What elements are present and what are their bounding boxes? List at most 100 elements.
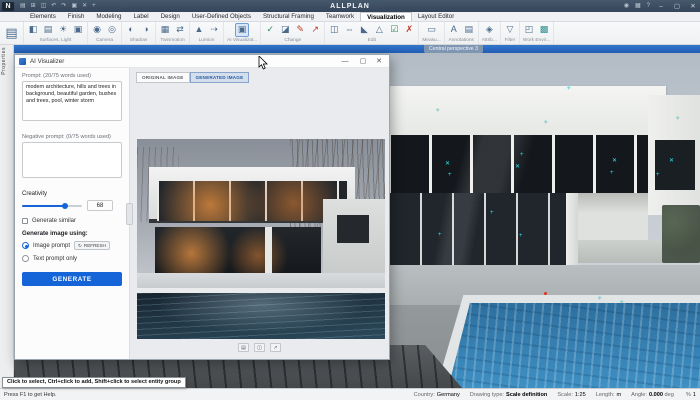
camera-path-icon[interactable]: ◎ <box>106 24 118 36</box>
app-title: ALLPLAN <box>0 3 700 10</box>
surfaces-icon[interactable]: ▤ <box>42 24 54 36</box>
viewport-view-tab[interactable]: Central perspective 3 <box>424 45 483 53</box>
modify-surface-icon[interactable]: ◪ <box>279 24 291 36</box>
prompt-input[interactable]: modern architecture, hills and trees in … <box>22 81 122 121</box>
attributes-icon[interactable]: ◈ <box>483 24 495 36</box>
tab-finish[interactable]: Finish <box>62 12 91 21</box>
minimize-button[interactable]: – <box>656 3 666 10</box>
confirm-icon[interactable]: ☑ <box>388 24 400 36</box>
panel-splitter-handle[interactable] <box>126 203 133 225</box>
tab-elements[interactable]: Elements <box>24 12 62 21</box>
open-external-icon[interactable]: ↗ <box>270 343 281 352</box>
text-prompt-radio[interactable] <box>22 255 29 262</box>
layers-icon[interactable]: ◰ <box>523 24 535 36</box>
generate-similar-checkbox[interactable] <box>22 218 28 224</box>
slider-thumb[interactable] <box>62 203 68 209</box>
redo-icon[interactable]: ↷ <box>61 1 66 11</box>
copy-image-icon[interactable]: ◫ <box>254 343 265 352</box>
close-button[interactable]: ✕ <box>688 2 698 10</box>
group-filter: ▽ Filter <box>501 22 520 44</box>
twinmotion-export-icon[interactable]: ▦ <box>159 24 171 36</box>
tab-teamwork[interactable]: Teamwork <box>320 12 360 21</box>
image-prompt-label: Image prompt <box>33 243 70 249</box>
maximize-button[interactable]: ▢ <box>672 2 682 10</box>
user-icon[interactable]: ◉ <box>624 1 629 11</box>
dialog-titlebar[interactable]: AI Visualizer — ▢ ✕ <box>15 55 389 68</box>
group-attributes: ◈ Attrib... <box>479 22 501 44</box>
save-icon[interactable]: ◫ <box>41 1 47 11</box>
properties-palette[interactable]: Properties <box>0 45 14 388</box>
text-icon[interactable]: A <box>448 24 460 36</box>
scale-icon[interactable]: △ <box>373 24 385 36</box>
open-icon[interactable]: ⊞ <box>31 1 36 11</box>
country-field[interactable]: Country:Germany <box>414 392 460 398</box>
group-measure: ▭ Measu... <box>419 22 444 44</box>
dialog-maximize-button[interactable]: ▢ <box>355 55 371 68</box>
group-label: Filter <box>505 38 516 43</box>
tab-original-image[interactable]: ORIGINAL IMAGE <box>136 72 190 83</box>
tab-structural-framing[interactable]: Structural Framing <box>257 12 320 21</box>
tab-modeling[interactable]: Modeling <box>90 12 127 21</box>
generated-image-preview <box>137 139 385 339</box>
annotation-icon[interactable]: ▤ <box>463 24 475 36</box>
mirror-icon[interactable]: ⇔ <box>343 24 355 36</box>
delete-element-icon[interactable]: ✗ <box>403 24 415 36</box>
app-titlebar: N ▤ ⊞ ◫ ↶ ↷ ▣ ✕ + ALLPLAN ◉ ▦ ? – ▢ ✕ <box>0 0 700 12</box>
scale-field[interactable]: Scale:1:25 <box>557 392 585 398</box>
plus-icon[interactable]: + <box>92 1 96 11</box>
move-icon[interactable]: ↗ <box>309 24 321 36</box>
tab-label[interactable]: Label <box>127 12 154 21</box>
camera-icon[interactable]: ◉ <box>91 24 103 36</box>
selection-marker-icon: + <box>490 210 494 216</box>
image-prompt-radio[interactable] <box>22 242 29 249</box>
percent-field[interactable]: %1 <box>686 392 696 398</box>
selection-marker-icon: + <box>567 86 571 92</box>
custom-surfaces-icon[interactable]: ◧ <box>27 24 39 36</box>
light-icon[interactable]: ☀ <box>57 24 69 36</box>
preview-column <box>265 227 272 275</box>
shadow-settings-icon[interactable]: ◑ <box>140 24 152 36</box>
tab-user-defined-objects[interactable]: User-Defined Objects <box>186 12 257 21</box>
edit-pencil-icon[interactable]: ✎ <box>294 24 306 36</box>
delete-icon[interactable]: ✕ <box>82 1 87 11</box>
copy-icon[interactable]: ▣ <box>71 1 77 11</box>
angle-field[interactable]: Angle:0.000 deg <box>631 392 676 398</box>
apply-icon[interactable]: ✓ <box>264 24 276 36</box>
copy-element-icon[interactable]: ◫ <box>328 24 340 36</box>
undo-icon[interactable]: ↶ <box>51 1 56 11</box>
generate-button[interactable]: GENERATE <box>22 272 122 286</box>
new-document-icon[interactable]: ▤ <box>20 1 26 11</box>
twinmotion-sync-icon[interactable]: ⇄ <box>174 24 186 36</box>
ai-visualizer-icon[interactable]: ▣ <box>236 24 248 36</box>
render-icon[interactable]: ▣ <box>72 24 84 36</box>
measure-icon[interactable]: ▭ <box>426 24 438 36</box>
dialog-close-button[interactable]: ✕ <box>371 55 387 68</box>
connect-icon[interactable]: ▦ <box>635 1 641 11</box>
lumion-sync-icon[interactable]: ⇢ <box>208 24 220 36</box>
save-image-icon[interactable]: ▤ <box>238 343 249 352</box>
tab-visualization[interactable]: Visualization <box>360 12 412 21</box>
negative-prompt-input[interactable] <box>22 142 122 178</box>
selection-marker-icon: + <box>598 296 602 302</box>
workspace-icon[interactable]: ▩ <box>538 24 550 36</box>
drawing-type-field[interactable]: Drawing type:Scale definition <box>470 392 548 398</box>
creativity-slider[interactable] <box>22 205 82 207</box>
rotate-icon[interactable]: ◣ <box>358 24 370 36</box>
filter-icon[interactable]: ▽ <box>504 24 516 36</box>
selection-cross-icon: ✕ <box>669 158 674 164</box>
refresh-button[interactable]: ↻REFRESH <box>74 241 110 250</box>
creativity-value[interactable]: 68 <box>87 200 113 211</box>
objects-palette-button[interactable]: ▤ <box>0 22 24 44</box>
tab-layout-editor[interactable]: Layout Editor <box>412 12 460 21</box>
shadow-icon[interactable]: ◐ <box>125 24 137 36</box>
tab-generated-image[interactable]: GENERATED IMAGE <box>190 72 250 83</box>
length-field[interactable]: Length:m <box>596 392 621 398</box>
help-icon[interactable]: ? <box>647 1 650 11</box>
palette-title: Properties <box>1 47 7 75</box>
dialog-minimize-button[interactable]: — <box>337 55 353 68</box>
tab-design[interactable]: Design <box>155 12 186 21</box>
group-label: Attrib... <box>482 38 497 43</box>
lumion-export-icon[interactable]: ▲ <box>193 24 205 36</box>
allplan-logo[interactable]: N <box>2 2 14 11</box>
house-window-band <box>388 135 656 193</box>
